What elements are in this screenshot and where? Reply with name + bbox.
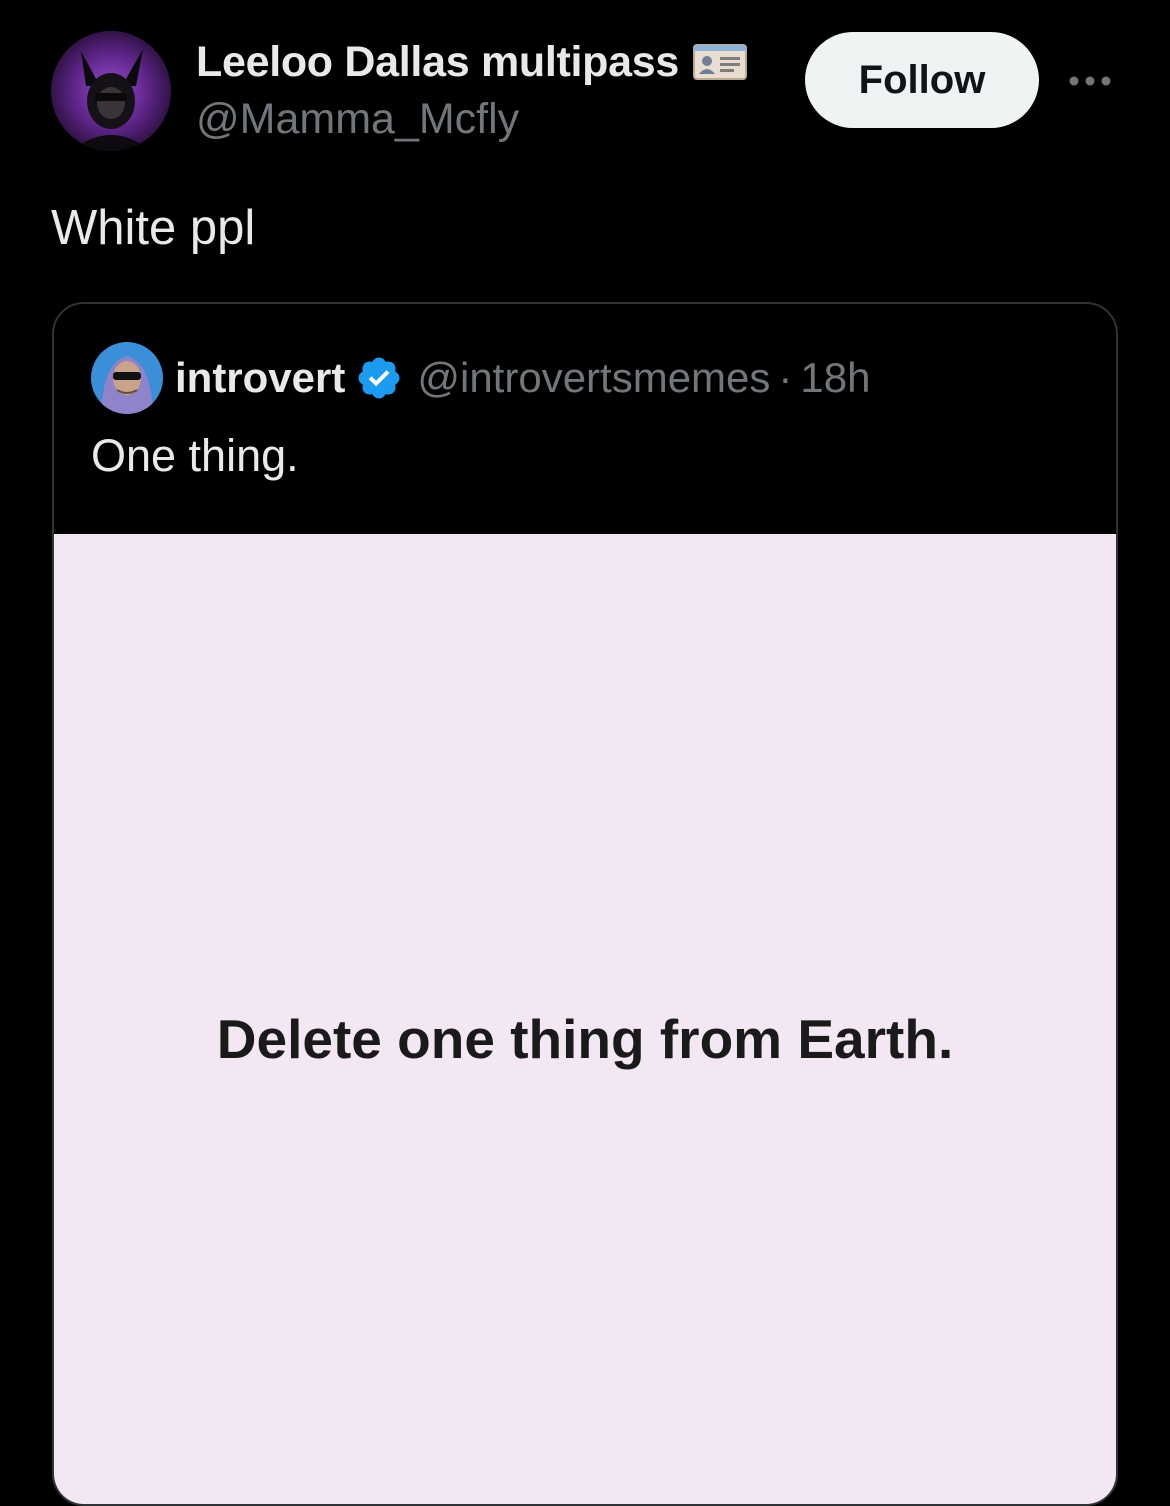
avatar-image — [51, 31, 171, 151]
more-horizontal-icon[interactable] — [1066, 70, 1114, 92]
meme-caption: Delete one thing from Earth. — [216, 1008, 954, 1070]
quoted-tweet-text: One thing. — [91, 430, 299, 481]
verified-badge-icon — [355, 354, 403, 402]
author-handle[interactable]: @Mamma_Mcfly — [196, 95, 519, 144]
quoted-avatar-image — [91, 342, 163, 414]
quoted-handle[interactable]: @introvertsmemes — [417, 354, 770, 402]
quoted-display-name[interactable]: introvert — [175, 354, 345, 402]
id-card-icon — [692, 44, 747, 80]
separator-dot: · — [778, 354, 793, 401]
quoted-tweet-card[interactable]: introvert @introvertsmemes · 18h One thi… — [52, 302, 1118, 1506]
author-avatar[interactable] — [51, 31, 171, 151]
quoted-tweet-header: introvert @introvertsmemes · 18h — [175, 350, 870, 406]
quoted-tweet-image[interactable]: Delete one thing from Earth. — [54, 534, 1116, 1504]
quoted-timestamp[interactable]: 18h — [800, 354, 870, 402]
follow-button[interactable]: Follow — [805, 32, 1039, 128]
author-display-name[interactable]: Leeloo Dallas multipass — [196, 38, 679, 87]
tweet-text: White ppl — [51, 201, 256, 255]
author-name-row: Leeloo Dallas multipass — [196, 36, 747, 88]
quoted-author-avatar[interactable] — [91, 342, 163, 414]
